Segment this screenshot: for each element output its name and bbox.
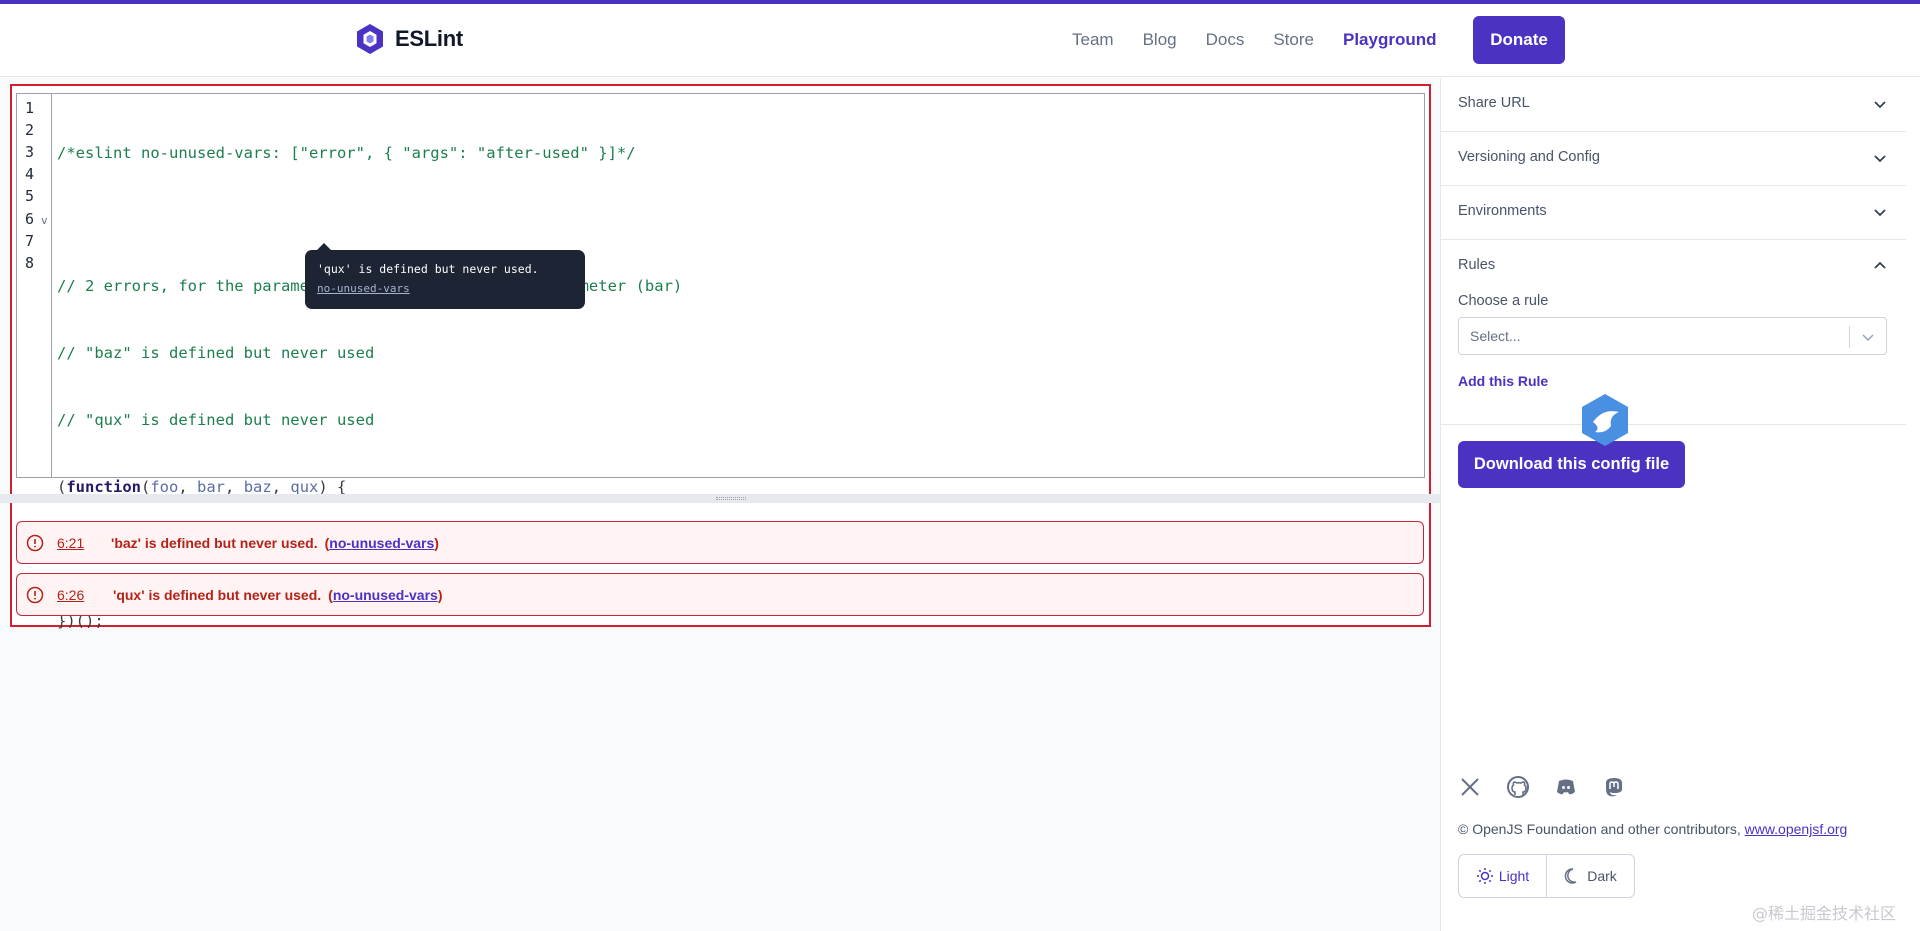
section-share-url[interactable]: Share URL	[1441, 78, 1906, 132]
section-label: Environments	[1458, 203, 1547, 219]
theme-light-button[interactable]: Light	[1459, 855, 1547, 897]
code-line: // "baz" is defined but never used	[57, 344, 375, 363]
chevron-down-icon[interactable]	[1860, 329, 1876, 345]
nav-blog[interactable]: Blog	[1143, 26, 1177, 54]
section-label: Share URL	[1458, 95, 1530, 111]
section-environments[interactable]: Environments	[1441, 186, 1906, 240]
chevron-up-icon	[1874, 261, 1886, 269]
nav-team[interactable]: Team	[1072, 26, 1114, 54]
line-number: 2	[25, 121, 35, 139]
line-number: 4	[25, 165, 35, 183]
logo-text: ESLint	[395, 26, 463, 51]
main-nav: Team Blog Docs Store Playground	[1072, 26, 1466, 54]
message-location-link[interactable]: 6:21	[57, 535, 111, 551]
resize-grip[interactable]	[716, 497, 746, 500]
theme-dark-button[interactable]: Dark	[1547, 855, 1634, 897]
chevron-down-icon	[1874, 155, 1886, 163]
eslint-logo[interactable]: ESLint	[353, 22, 463, 56]
social-links	[1458, 775, 1626, 799]
sidebar-divider	[1441, 424, 1906, 425]
theme-dark-label: Dark	[1587, 868, 1617, 884]
fold-toggle-icon[interactable]: v	[41, 214, 48, 227]
nav-docs[interactable]: Docs	[1206, 26, 1245, 54]
rule-select-placeholder: Select...	[1470, 328, 1521, 344]
line-number: 1	[25, 99, 35, 117]
playground-main: 1 2 3 4 5 6 v 7 8 /*eslint no-unused-var…	[0, 78, 1442, 931]
message-rule-link[interactable]: no-unused-vars	[329, 535, 434, 551]
code-line: /*eslint no-unused-vars: ["error", { "ar…	[57, 143, 636, 162]
lint-message: 6:21 'baz' is defined but never used. (n…	[16, 521, 1424, 564]
section-rules[interactable]: Rules	[1441, 240, 1906, 294]
code-editor[interactable]: 1 2 3 4 5 6 v 7 8 /*eslint no-unused-var…	[16, 93, 1425, 630]
add-rule-link[interactable]: Add this Rule	[1458, 373, 1548, 389]
section-label: Rules	[1458, 257, 1496, 273]
discord-icon[interactable]	[1554, 775, 1578, 799]
github-icon[interactable]	[1506, 775, 1530, 799]
openjsf-link[interactable]: www.openjsf.org	[1745, 821, 1848, 837]
line-number: 6	[25, 210, 35, 228]
error-circle-icon	[26, 586, 44, 603]
rule-select[interactable]: Select...	[1458, 317, 1887, 355]
line-number: 8	[25, 254, 35, 272]
pane-resize-divider[interactable]	[0, 494, 1442, 503]
choose-rule-label: Choose a rule	[1458, 293, 1549, 309]
chevron-down-icon	[1874, 101, 1886, 109]
line-number-gutter: 1 2 3 4 5 6 v 7 8	[17, 94, 52, 477]
lint-tooltip: 'qux' is defined but never used. no-unus…	[305, 243, 585, 309]
theme-toggle: Light Dark	[1458, 854, 1635, 898]
nav-store[interactable]: Store	[1273, 26, 1314, 54]
line-number: 3	[25, 143, 35, 161]
moon-icon	[1564, 868, 1577, 884]
message-text: 'qux' is defined but never used.	[113, 586, 322, 603]
message-text: 'baz' is defined but never used.	[111, 534, 318, 551]
code-line: // "qux" is defined but never used	[57, 411, 375, 430]
line-number: 5	[25, 187, 35, 205]
sun-icon	[1476, 868, 1493, 884]
donate-button[interactable]: Donate	[1473, 16, 1565, 64]
site-header: ESLint Team Blog Docs Store Playground D…	[0, 4, 1920, 77]
copyright-text: © OpenJS Foundation and other contributo…	[1458, 821, 1848, 837]
bird-extension-icon[interactable]	[1579, 392, 1631, 448]
section-label: Versioning and Config	[1458, 149, 1600, 165]
download-config-button[interactable]: Download this config file	[1458, 441, 1685, 488]
highlight-frame: 1 2 3 4 5 6 v 7 8 /*eslint no-unused-var…	[0, 84, 1442, 630]
chevron-down-icon	[1874, 209, 1886, 217]
tooltip-rule-link[interactable]: no-unused-vars	[317, 282, 573, 295]
config-sidebar: Share URL Versioning and Config Environm…	[1440, 78, 1920, 931]
section-versioning-config[interactable]: Versioning and Config	[1441, 132, 1906, 186]
nav-playground[interactable]: Playground	[1343, 26, 1437, 54]
tooltip-message: 'qux' is defined but never used.	[317, 262, 539, 276]
message-rule-link[interactable]: no-unused-vars	[333, 587, 438, 603]
eslint-logo-icon	[357, 24, 383, 54]
mastodon-icon[interactable]	[1602, 775, 1626, 799]
watermark-text: @稀土掘金技术社区	[1752, 904, 1897, 923]
x-icon[interactable]	[1458, 775, 1482, 799]
select-separator	[1849, 326, 1850, 348]
line-number: 7	[25, 232, 35, 250]
message-location-link[interactable]: 6:26	[57, 587, 111, 603]
error-circle-icon	[26, 534, 44, 551]
theme-light-label: Light	[1498, 868, 1530, 884]
lint-message: 6:26 'qux' is defined but never used. (n…	[16, 573, 1424, 616]
